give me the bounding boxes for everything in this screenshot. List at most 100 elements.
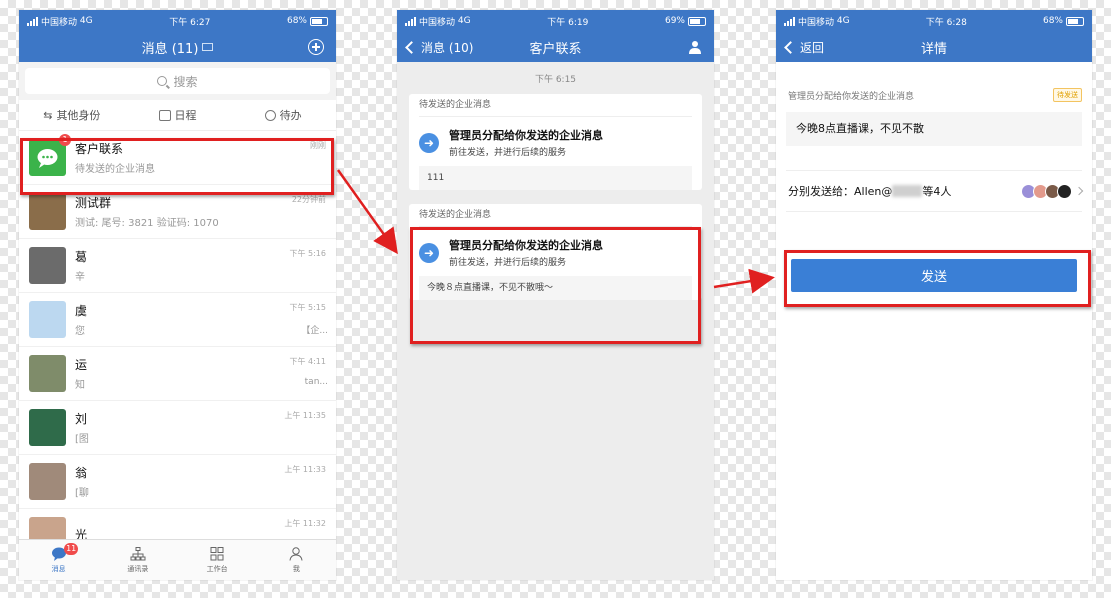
- calendar-icon: [158, 109, 171, 121]
- back-button[interactable]: 消息 (10): [405, 32, 474, 62]
- avatar: [29, 355, 66, 392]
- conversation-item[interactable]: 刘 [图 上午 11:35: [19, 401, 336, 455]
- tab-label: 通讯录: [127, 564, 149, 573]
- card-subtitle: 前往发送，并进行后续的服务: [449, 258, 567, 268]
- network: 4G: [457, 16, 471, 26]
- add-icon[interactable]: [308, 39, 324, 55]
- carrier: 中国移动: [41, 17, 78, 28]
- battery-percent: 68%: [1042, 16, 1063, 26]
- signal-icon: [784, 16, 795, 26]
- recipients-suffix: 等4人: [922, 185, 952, 198]
- arrow-right-icon: ➜: [419, 242, 439, 263]
- search-area: 搜索: [19, 62, 336, 100]
- send-label: 发送: [920, 270, 947, 285]
- redaction-blur: [103, 353, 283, 393]
- tab-contacts[interactable]: 通讯录: [98, 540, 177, 580]
- chevron-left-icon: [784, 40, 797, 54]
- arrow-to-send: [713, 268, 775, 294]
- signal-icon: [27, 16, 38, 26]
- avatar: 1: [29, 134, 71, 176]
- battery-percent: 69%: [664, 16, 685, 26]
- arrow-to-card: [336, 169, 398, 255]
- clock: 下午 6:19: [547, 17, 589, 28]
- tab-label: 我: [292, 564, 300, 573]
- message-list: 1 客户联系 待发送的企业消息 刚刚 测试群 测试: 尾号: 3821 验证码: 1070…: [19, 131, 336, 563]
- redaction-blur: [103, 245, 283, 285]
- conversation-time: 上午 11:33: [284, 465, 326, 474]
- page-title: 客户联系: [529, 41, 582, 57]
- conversation-preview: 待发送的企业消息: [75, 164, 155, 175]
- status-badge: 待发送: [1053, 88, 1082, 102]
- conversation-item[interactable]: 运知下午 4:11 tan...: [19, 347, 336, 401]
- battery-icon: [310, 16, 328, 26]
- card-body[interactable]: ➜ 管理员分配给你发送的企业消息 前往发送，并进行后续的服务: [419, 117, 692, 166]
- battery-percent: 68%: [286, 16, 307, 26]
- other-identity-button[interactable]: ⇆ 其他身份: [19, 100, 125, 130]
- calendar-button[interactable]: 日程: [125, 100, 231, 130]
- search-input[interactable]: 搜索: [25, 68, 330, 94]
- clock: 下午 6:27: [169, 17, 211, 28]
- conversation-customer-contact[interactable]: 1 客户联系 待发送的企业消息 刚刚: [19, 131, 336, 185]
- card-header: 待发送的企业消息: [419, 94, 692, 117]
- quick-label: 日程: [174, 109, 197, 122]
- redaction-blur: [103, 461, 283, 501]
- conversation-time: 上午 11:35: [284, 411, 326, 420]
- nav-bar: 返回 详情: [776, 32, 1092, 62]
- carrier: 中国移动: [798, 17, 835, 28]
- todo-button[interactable]: 待办: [230, 100, 336, 130]
- card-title: 管理员分配给你发送的企业消息: [449, 239, 603, 252]
- conversation-time: 22分钟前: [291, 195, 326, 204]
- conversation-time: 下午 5:15: [289, 303, 326, 312]
- tab-bar: 消息 11 通讯录 工作台 我: [19, 539, 336, 580]
- unread-badge: 11: [64, 543, 79, 555]
- battery-icon: [1066, 16, 1084, 26]
- conversation-preview: 测试: 尾号: 3821 验证码: 1070: [75, 218, 219, 229]
- card-header: 待发送的企业消息: [419, 204, 692, 227]
- grid-icon: [210, 546, 224, 560]
- back-button[interactable]: 返回: [784, 32, 825, 62]
- enterprise-message-card[interactable]: 待发送的企业消息 ➜ 管理员分配给你发送的企业消息 前往发送，并进行后续的服务 111: [409, 94, 702, 190]
- battery-icon: [688, 16, 706, 26]
- conversation-time: 下午 4:11: [289, 357, 326, 366]
- arrow-right-icon: ➜: [419, 132, 439, 153]
- timestamp: 下午 6:15: [534, 75, 577, 85]
- conversation-item[interactable]: 虞您下午 5:15 【企...: [19, 293, 336, 347]
- quick-label: 其他身份: [56, 109, 101, 122]
- person-icon: [689, 41, 701, 54]
- nav-bar: 消息 (11): [19, 32, 336, 62]
- avatar: [29, 247, 66, 284]
- search-icon: [157, 76, 168, 86]
- card-body[interactable]: ➜ 管理员分配给你发送的企业消息 前往发送，并进行后续的服务: [419, 227, 692, 276]
- unread-badge: 1: [59, 134, 71, 146]
- tab-workbench[interactable]: 工作台: [178, 540, 257, 580]
- signal-icon: [405, 16, 416, 26]
- profile-button[interactable]: [688, 32, 702, 62]
- tab-messages[interactable]: 消息 11: [19, 540, 98, 580]
- conversation-item[interactable]: 翁 [聊 上午 11:33: [19, 455, 336, 509]
- redaction-blur: [103, 407, 283, 447]
- conversation-preview-tail: 【企...: [301, 326, 328, 336]
- recipients-row[interactable]: 分别发送给：Allen@ 等4人: [786, 170, 1084, 212]
- card-subtitle: 前往发送，并进行后续的服务: [449, 148, 567, 158]
- conversation-name: 客户联系: [75, 142, 124, 156]
- card-title: 管理员分配给你发送的企业消息: [449, 129, 603, 142]
- tab-label: 消息: [51, 564, 66, 573]
- monitor-icon: [202, 43, 214, 51]
- check-circle-icon: [264, 109, 276, 121]
- person-icon: [289, 546, 303, 561]
- back-label: 消息 (10): [421, 40, 474, 55]
- avatar: [1057, 183, 1072, 199]
- search-placeholder: 搜索: [173, 74, 198, 89]
- enterprise-message-card[interactable]: 待发送的企业消息 ➜ 管理员分配给你发送的企业消息 前往发送，并进行后续的服务 今晚８点…: [409, 204, 702, 300]
- conversation-item[interactable]: 葛辛下午 5:16: [19, 239, 336, 293]
- clock: 下午 6:28: [925, 17, 967, 28]
- send-button[interactable]: 发送: [791, 259, 1077, 292]
- conversation-time: 上午 11:32: [284, 519, 326, 528]
- conversation-preview-tail: tan...: [304, 377, 328, 387]
- conversation-item[interactable]: 测试群 测试: 尾号: 3821 验证码: 1070 22分钟前: [19, 185, 336, 239]
- network: 4G: [836, 16, 850, 26]
- tab-me[interactable]: 我: [257, 540, 336, 580]
- avatar: [29, 463, 66, 500]
- back-label: 返回: [800, 40, 825, 55]
- message-type-label: 管理员分配给你发送的企业消息: [788, 91, 915, 102]
